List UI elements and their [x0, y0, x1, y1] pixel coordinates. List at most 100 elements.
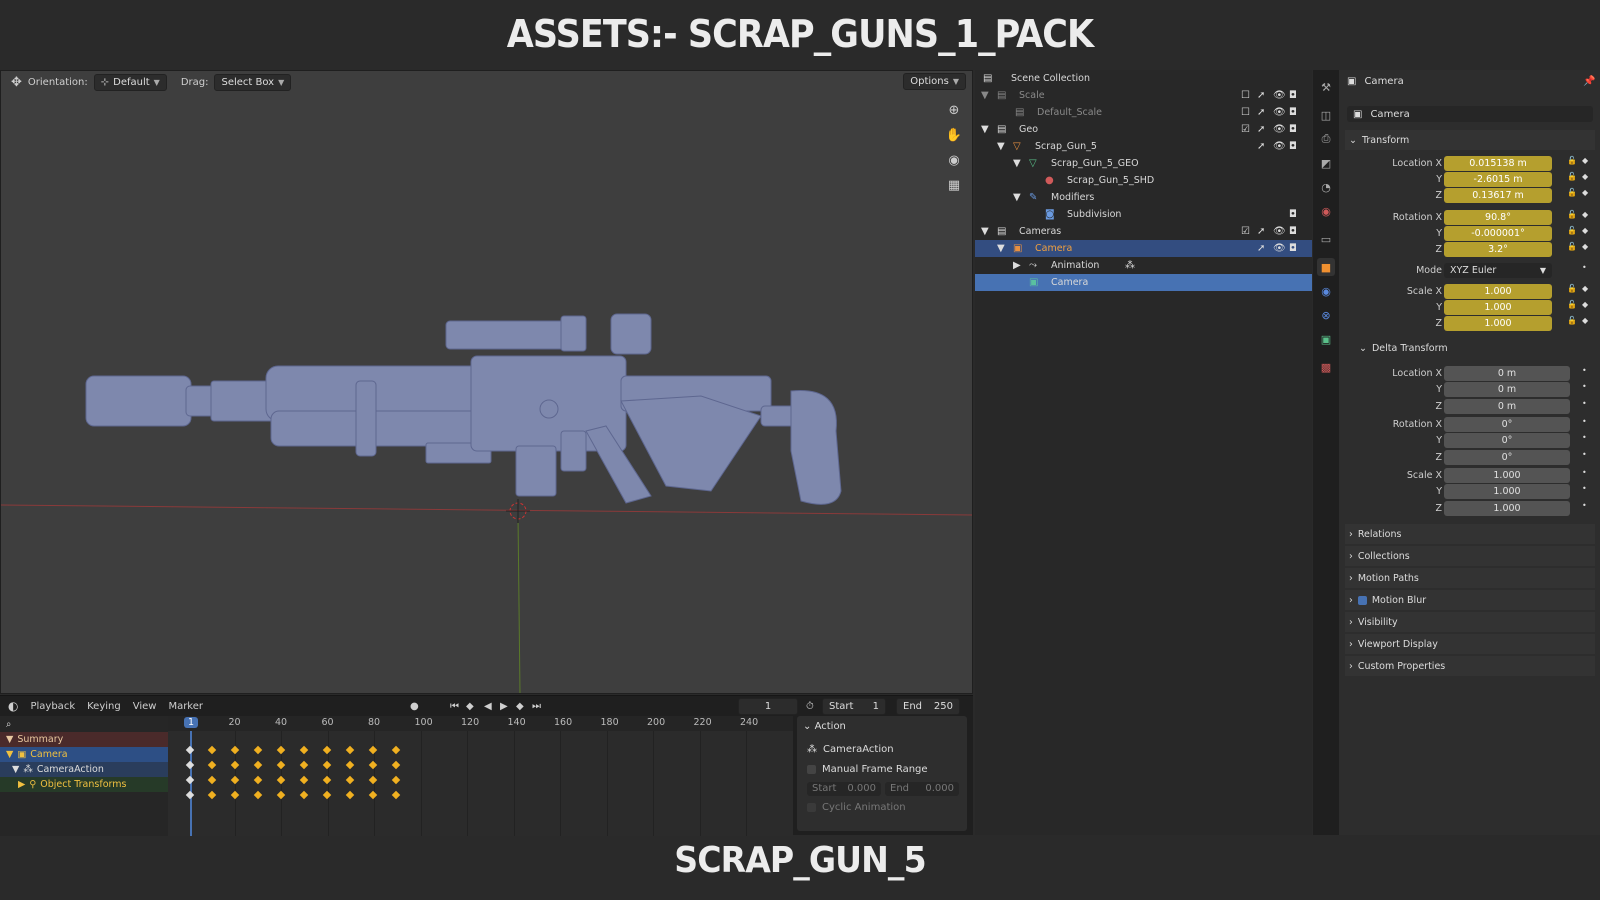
keyframe[interactable] [230, 775, 240, 785]
keyframe-icon[interactable]: ◆ [1582, 156, 1588, 165]
checkbox-icon[interactable]: ☐ [1241, 107, 1250, 118]
render-camera-icon[interactable]: ◘ [1289, 243, 1297, 254]
lock-icon[interactable]: 🔓 [1567, 156, 1577, 165]
playback-menu[interactable]: Playback [30, 701, 75, 712]
select-arrow-icon[interactable]: ➚ [1257, 243, 1265, 254]
select-arrow-icon[interactable]: ➚ [1257, 124, 1265, 135]
keyframe[interactable] [345, 760, 355, 770]
pin-icon[interactable]: 📌 [1583, 76, 1595, 87]
keyframe[interactable] [207, 760, 217, 770]
keyframe[interactable] [276, 745, 286, 755]
end-frame-field[interactable]: End 250 [896, 697, 960, 715]
lock-icon[interactable]: 🔓 [1567, 188, 1577, 197]
keyframe[interactable] [230, 760, 240, 770]
location-z-field[interactable]: 0.13617 m [1444, 188, 1552, 203]
play-reverse-icon[interactable]: ◀ [484, 701, 492, 712]
outliner-row-geo[interactable]: ▼ ▤ Geo ☑ ➚ 👁 ◘ [975, 121, 1312, 138]
outliner-row-scrap-gun-shd[interactable]: ● Scrap_Gun_5_SHD [975, 172, 1312, 189]
keyframe[interactable] [185, 790, 195, 800]
outliner-row-scrap-gun-geo[interactable]: ▼ ▽ Scrap_Gun_5_GEO [975, 155, 1312, 172]
outliner-row-camera-data[interactable]: ▣ Camera [975, 274, 1312, 291]
outliner-row-default-scale[interactable]: ▤ Default_Scale ☐ ➚ 👁 ◘ [975, 104, 1312, 121]
rotation-y-field[interactable]: -0.000001° [1444, 226, 1552, 241]
manual-range-checkbox[interactable]: Manual Frame Range [807, 764, 928, 775]
outliner-row-scale[interactable]: ▼ ▤ Scale ☐ ➚ 👁 ◘ [975, 87, 1312, 104]
delta-scale-z-field[interactable]: 1.000 [1444, 501, 1570, 516]
keyframe[interactable] [299, 745, 309, 755]
prev-keyframe-icon[interactable]: ◆ [466, 701, 474, 712]
custom-properties-panel-header[interactable]: › Custom Properties [1345, 656, 1595, 676]
physics-tab-icon[interactable]: ◉ [1317, 282, 1335, 300]
datablock-field[interactable]: ▣ Camera [1347, 106, 1593, 122]
keyframe[interactable] [391, 760, 401, 770]
select-arrow-icon[interactable]: ➚ [1257, 90, 1265, 101]
scale-z-field[interactable]: 1.000 [1444, 316, 1552, 331]
keyframe-dot-icon[interactable]: • [1582, 433, 1587, 442]
object-tab-icon[interactable]: ■ [1317, 258, 1335, 276]
keyframe[interactable] [391, 790, 401, 800]
eye-icon[interactable]: 👁 [1273, 124, 1286, 135]
properties-editor[interactable]: ▣ Camera 📌 ▣ Camera ⌄ Transform Location X0… [1339, 70, 1600, 835]
outliner-row-subdivision[interactable]: ◙ Subdivision ◘ [975, 206, 1312, 223]
keyframe-icon[interactable]: ◆ [1582, 210, 1588, 219]
keyframe-dot-icon[interactable]: • [1582, 263, 1587, 272]
eye-icon[interactable]: 👁 [1273, 90, 1286, 101]
keyframe-icon[interactable]: ◆ [1582, 242, 1588, 251]
delta-location-z-field[interactable]: 0 m [1444, 399, 1570, 414]
render-camera-icon[interactable]: ◘ [1289, 90, 1297, 101]
keyframe[interactable] [345, 745, 355, 755]
lock-icon[interactable]: 🔓 [1567, 284, 1577, 293]
eye-icon[interactable]: 👁 [1273, 107, 1286, 118]
channel-camera[interactable]: ▼ ▣ Camera [0, 747, 168, 762]
render-camera-icon[interactable]: ◘ [1289, 107, 1297, 118]
jump-end-icon[interactable]: ⏭ [532, 701, 541, 712]
keyframe[interactable] [322, 760, 332, 770]
lock-icon[interactable]: 🔓 [1567, 226, 1577, 235]
delta-location-y-field[interactable]: 0 m [1444, 382, 1570, 397]
outliner-row-modifiers[interactable]: ▼ ✎ Modifiers [975, 189, 1312, 206]
delta-rotation-x-field[interactable]: 0° [1444, 417, 1570, 432]
delta-rotation-y-field[interactable]: 0° [1444, 433, 1570, 448]
keyframe[interactable] [322, 790, 332, 800]
keyframe[interactable] [276, 775, 286, 785]
output-tab-icon[interactable]: ⎙ [1317, 130, 1335, 148]
transform-panel-header[interactable]: ⌄ Transform [1345, 130, 1595, 150]
play-icon[interactable]: ▶ [500, 701, 508, 712]
tool-tab-icon[interactable]: ⚒ [1317, 78, 1335, 96]
keyframe-dot-icon[interactable]: • [1582, 450, 1587, 459]
keyframe[interactable] [322, 745, 332, 755]
render-tab-icon[interactable]: ◫ [1317, 106, 1335, 124]
keyframe-dot-icon[interactable]: • [1582, 484, 1587, 493]
scale-x-field[interactable]: 1.000 [1444, 284, 1552, 299]
texture-tab-icon[interactable]: ▩ [1317, 358, 1335, 376]
keyframe[interactable] [299, 790, 309, 800]
jump-start-icon[interactable]: ⏮ [450, 701, 459, 712]
keyframe-dot-icon[interactable]: • [1582, 468, 1587, 477]
motion-blur-panel-header[interactable]: › Motion Blur [1345, 590, 1595, 610]
keyframe[interactable] [230, 790, 240, 800]
rotation-mode-dropdown[interactable]: XYZ Euler ▼ [1444, 263, 1552, 278]
render-camera-icon[interactable]: ◘ [1289, 141, 1297, 152]
keyframe[interactable] [276, 790, 286, 800]
outliner-row-animation[interactable]: ▶ ⤳ Animation ⁂ [975, 257, 1312, 274]
keyframe[interactable] [368, 760, 378, 770]
next-keyframe-icon[interactable]: ◆ [516, 701, 524, 712]
rotation-z-field[interactable]: 3.2° [1444, 242, 1552, 257]
delta-rotation-z-field[interactable]: 0° [1444, 450, 1570, 465]
visibility-panel-header[interactable]: › Visibility [1345, 612, 1595, 632]
location-x-field[interactable]: 0.015138 m [1444, 156, 1552, 171]
relations-panel-header[interactable]: › Relations [1345, 524, 1595, 544]
keyframe-icon[interactable]: ◆ [1582, 226, 1588, 235]
action-panel-title[interactable]: ⌄ Action [803, 721, 846, 732]
outliner-row-scene-collection[interactable]: ▤ Scene Collection [975, 70, 1312, 87]
keyframe-icon[interactable]: ◆ [1582, 188, 1588, 197]
motion-blur-checkbox[interactable] [1357, 595, 1367, 605]
collection-tab-icon[interactable]: ▭ [1317, 230, 1335, 248]
keyframe[interactable] [207, 745, 217, 755]
keyframe[interactable] [368, 790, 378, 800]
keyframe[interactable] [253, 760, 263, 770]
keyframe[interactable] [368, 775, 378, 785]
outliner-row-scrap-gun-5[interactable]: ▼ ▽ Scrap_Gun_5 ➚ 👁 ◘ [975, 138, 1312, 155]
keyframe-icon[interactable]: ◆ [1582, 316, 1588, 325]
keyframe-dot-icon[interactable]: • [1582, 382, 1587, 391]
